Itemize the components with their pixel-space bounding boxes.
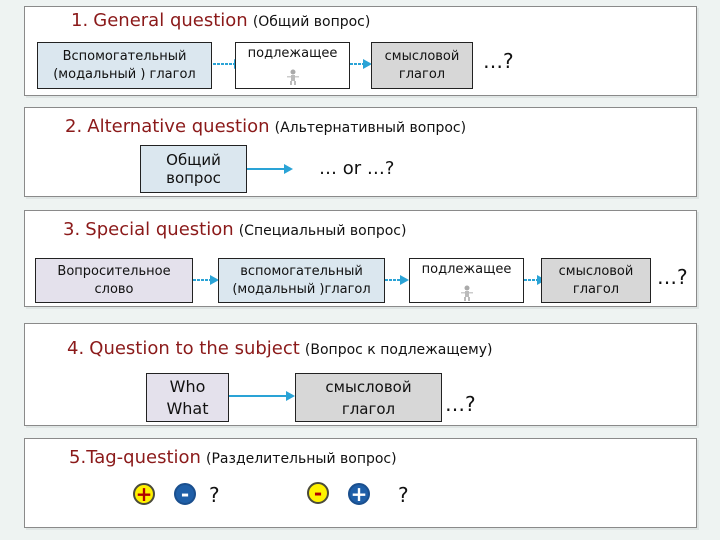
question-tail: …? (657, 265, 688, 289)
section-tag-question: 5.Tag-question (Разделительный вопрос) +… (24, 438, 697, 528)
box-line: глагол (341, 399, 396, 418)
section-title: 4. Question to the subject (Вопрос к под… (67, 338, 492, 359)
who-what-box: Who What (146, 373, 229, 422)
minus-icon: - (307, 482, 329, 504)
box-line: вопрос (166, 169, 221, 187)
section-general-question: 1. General question (Общий вопрос) Вспом… (24, 6, 697, 96)
title-english: Question to the subject (89, 338, 300, 359)
minus-icon: - (174, 483, 196, 505)
question-tail: …? (445, 392, 476, 416)
section-special-question: 3. Special question (Специальный вопрос)… (24, 210, 697, 307)
box-line: смысловой (558, 263, 634, 279)
box-line: Who (169, 376, 206, 396)
box-line: подлежащее (247, 46, 338, 61)
arrow-icon (229, 391, 295, 401)
box-line: Вспомогательный (62, 48, 187, 64)
section-number: 1. (71, 10, 89, 31)
box-line: глагол (398, 66, 446, 82)
subject-box: подлежащее (409, 258, 524, 303)
person-icon (460, 285, 473, 301)
section-number: 3. (63, 219, 81, 240)
auxiliary-verb-box: вспомогательный (модальный )глагол (218, 258, 385, 303)
box-line: (модальный ) глагол (53, 66, 196, 82)
main-verb-box: смысловой глагол (371, 42, 473, 89)
box-line: подлежащее (421, 262, 512, 277)
plus-icon: + (348, 483, 370, 505)
section-question-to-subject: 4. Question to the subject (Вопрос к под… (24, 323, 697, 426)
box-line: смысловой (325, 377, 412, 396)
arrow-icon (193, 275, 219, 285)
section-number: 5. (69, 447, 87, 468)
general-question-box: Общий вопрос (140, 145, 247, 193)
box-line: слово (94, 281, 134, 297)
main-verb-box: смысловой глагол (541, 258, 651, 303)
question-tail: … or …? (319, 158, 395, 179)
title-russian: (Специальный вопрос) (238, 223, 407, 239)
title-english: General question (93, 10, 248, 31)
section-number: 2. (65, 116, 83, 137)
box-line: вспомогательный (240, 263, 363, 279)
plus-icon: + (133, 483, 155, 505)
main-verb-box: смысловой глагол (295, 373, 442, 422)
auxiliary-verb-box: Вспомогательный (модальный ) глагол (37, 42, 212, 89)
title-russian: (Общий вопрос) (252, 14, 371, 30)
section-title: 1. General question (Общий вопрос) (71, 10, 370, 31)
section-number: 4. (67, 338, 85, 359)
question-tail: …? (483, 49, 514, 73)
person-icon (286, 69, 299, 85)
section-title: 2. Alternative question (Альтернативный … (65, 116, 466, 137)
section-title: 5.Tag-question (Разделительный вопрос) (69, 447, 397, 468)
title-russian: (Альтернативный вопрос) (274, 120, 467, 136)
title-english: Alternative question (87, 116, 270, 137)
title-russian: (Разделительный вопрос) (206, 451, 397, 467)
arrow-icon (385, 275, 409, 285)
box-line: Общий (166, 151, 221, 169)
box-line: смысловой (384, 48, 460, 64)
box-line: What (166, 398, 209, 418)
section-title: 3. Special question (Специальный вопрос) (63, 219, 406, 240)
question-mark: ? (398, 483, 409, 507)
question-word-box: Вопросительное слово (35, 258, 193, 303)
box-line: глагол (572, 281, 620, 297)
arrow-icon (350, 59, 372, 69)
title-russian: (Вопрос к подлежащему) (304, 342, 493, 358)
subject-box: подлежащее (235, 42, 350, 89)
arrow-icon (247, 164, 293, 174)
box-line: Вопросительное (57, 263, 171, 279)
question-mark: ? (209, 483, 220, 507)
box-line: (модальный )глагол (232, 281, 371, 297)
title-english: Special question (85, 219, 234, 240)
section-alternative-question: 2. Alternative question (Альтернативный … (24, 107, 697, 197)
title-english: Tag-question (86, 447, 201, 468)
